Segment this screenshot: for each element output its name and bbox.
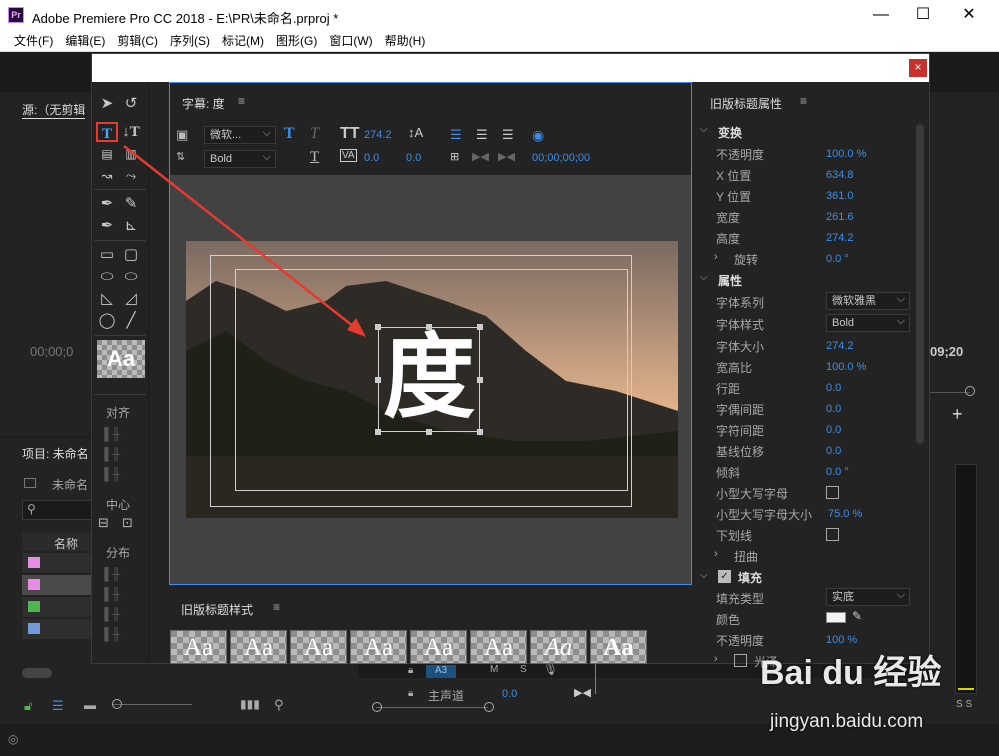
annotation-arrow (123, 145, 366, 337)
baidu-watermark-logo: Bai du 经验 (760, 654, 942, 692)
baidu-watermark-url: jingyan.baidu.com (770, 711, 924, 732)
